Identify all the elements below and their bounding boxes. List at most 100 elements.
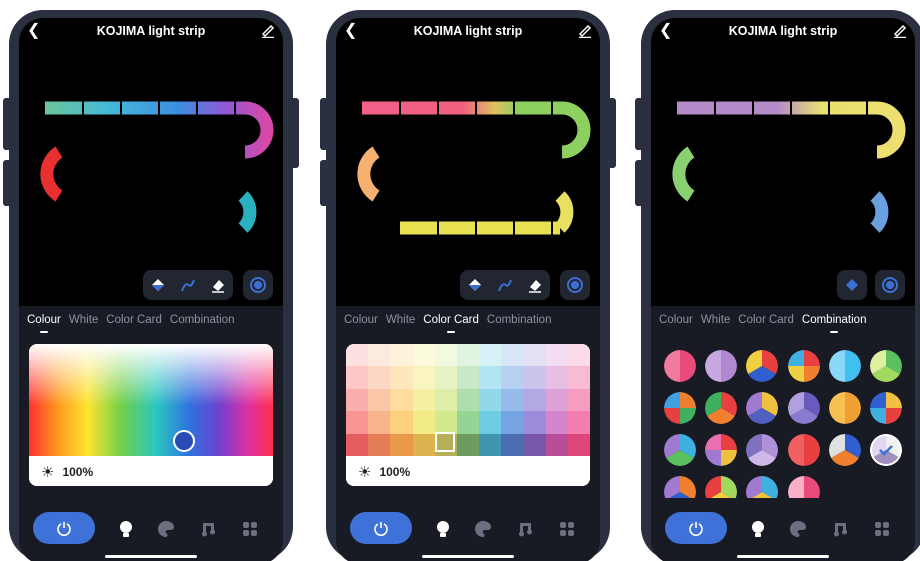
selected-swatch[interactable]	[435, 432, 455, 452]
paint-bucket-icon[interactable]	[463, 273, 487, 297]
color-swatch[interactable]	[567, 344, 590, 367]
color-swatch[interactable]	[523, 388, 546, 412]
target-icon[interactable]	[243, 270, 273, 300]
bulb-icon[interactable]	[749, 520, 767, 538]
palette-icon[interactable]	[474, 520, 492, 538]
combination-preset[interactable]	[828, 434, 861, 466]
music-icon[interactable]	[199, 520, 217, 538]
music-icon[interactable]	[831, 520, 849, 538]
color-swatch[interactable]	[434, 344, 457, 367]
eraser-icon[interactable]	[206, 273, 230, 297]
color-swatch[interactable]	[368, 344, 391, 367]
tab-combination[interactable]: Combination	[802, 314, 866, 336]
color-swatch[interactable]	[390, 411, 413, 434]
color-swatch[interactable]	[346, 433, 369, 456]
color-swatch[interactable]	[545, 388, 568, 412]
color-swatch[interactable]	[545, 433, 568, 456]
color-swatch[interactable]	[434, 366, 457, 389]
palette-icon[interactable]	[789, 520, 807, 538]
color-swatch[interactable]	[567, 411, 590, 434]
combination-preset[interactable]	[663, 434, 696, 466]
colour-cursor[interactable]	[173, 430, 195, 452]
combination-preset[interactable]	[746, 434, 779, 466]
grid-icon[interactable]	[241, 520, 259, 538]
pencil-icon[interactable]	[578, 22, 592, 38]
paint-bucket-icon[interactable]	[146, 273, 170, 297]
combination-preset[interactable]	[828, 392, 861, 424]
color-swatch[interactable]	[523, 366, 546, 389]
color-swatch[interactable]	[501, 366, 524, 389]
color-swatch[interactable]	[390, 366, 413, 389]
color-swatch[interactable]	[346, 411, 369, 434]
grid-icon[interactable]	[558, 520, 576, 538]
color-swatch[interactable]	[434, 388, 457, 412]
color-swatch[interactable]	[412, 433, 435, 456]
color-swatch[interactable]	[346, 344, 369, 367]
color-swatch[interactable]	[412, 366, 435, 389]
tab-white[interactable]: White	[701, 314, 730, 336]
color-swatch[interactable]	[523, 433, 546, 456]
color-swatch[interactable]	[434, 411, 457, 434]
color-swatch[interactable]	[390, 344, 413, 367]
color-swatch[interactable]	[567, 388, 590, 412]
combination-preset[interactable]	[704, 350, 737, 382]
combination-preset[interactable]	[746, 350, 779, 382]
grid-icon[interactable]	[873, 520, 891, 538]
color-swatch[interactable]	[412, 411, 435, 434]
tab-colour[interactable]: Colour	[659, 314, 693, 336]
color-swatch[interactable]	[368, 411, 391, 434]
color-swatch[interactable]	[456, 433, 480, 456]
color-swatch[interactable]	[501, 411, 524, 434]
light-strip-preview[interactable]	[651, 78, 915, 248]
color-swatch[interactable]	[523, 344, 546, 367]
tab-white[interactable]: White	[69, 314, 98, 336]
light-strip-preview[interactable]	[336, 78, 600, 248]
tab-white[interactable]: White	[386, 314, 415, 336]
combination-preset[interactable]	[787, 434, 820, 466]
brightness-bar[interactable]: ☀ 100%	[346, 458, 590, 486]
combination-preset[interactable]	[704, 434, 737, 466]
color-swatch[interactable]	[412, 388, 435, 412]
color-swatch[interactable]	[501, 433, 524, 456]
power-button[interactable]	[350, 512, 412, 544]
light-strip-preview[interactable]	[19, 78, 283, 248]
power-button[interactable]	[33, 512, 95, 544]
tab-colour[interactable]: Colour	[344, 314, 378, 336]
color-swatch[interactable]	[479, 388, 502, 412]
bulb-icon[interactable]	[117, 520, 135, 538]
music-icon[interactable]	[516, 520, 534, 538]
tab-combination[interactable]: Combination	[170, 314, 235, 336]
palette-icon[interactable]	[157, 520, 175, 538]
color-swatch[interactable]	[456, 344, 480, 367]
combination-preset[interactable]	[828, 350, 861, 382]
eraser-icon[interactable]	[523, 273, 547, 297]
brush-icon[interactable]	[176, 273, 200, 297]
color-swatch[interactable]	[456, 388, 480, 412]
combination-preset[interactable]	[704, 392, 737, 424]
color-swatch[interactable]	[567, 433, 590, 456]
target-icon[interactable]	[560, 270, 590, 300]
combination-preset[interactable]	[787, 392, 820, 424]
hue-spectrum[interactable]	[29, 344, 273, 456]
color-swatch[interactable]	[412, 344, 435, 367]
color-swatch[interactable]	[390, 388, 413, 412]
color-swatch[interactable]	[456, 411, 480, 434]
color-swatch[interactable]	[390, 433, 413, 456]
color-card-grid[interactable]	[346, 344, 590, 456]
color-swatch[interactable]	[501, 344, 524, 367]
color-swatch[interactable]	[368, 433, 391, 456]
combination-preset[interactable]	[787, 350, 820, 382]
tab-color-card[interactable]: Color Card	[106, 314, 162, 336]
power-button[interactable]	[665, 512, 727, 544]
color-swatch[interactable]	[479, 344, 502, 367]
paint-bucket-icon[interactable]	[840, 273, 864, 297]
color-swatch[interactable]	[479, 433, 502, 456]
color-swatch[interactable]	[368, 366, 391, 389]
tab-combination[interactable]: Combination	[487, 314, 552, 336]
pencil-icon[interactable]	[261, 22, 275, 38]
combination-preset[interactable]	[870, 392, 903, 424]
combination-preset[interactable]	[746, 392, 779, 424]
combination-preset[interactable]	[870, 350, 903, 382]
color-swatch[interactable]	[456, 366, 480, 389]
brush-icon[interactable]	[493, 273, 517, 297]
